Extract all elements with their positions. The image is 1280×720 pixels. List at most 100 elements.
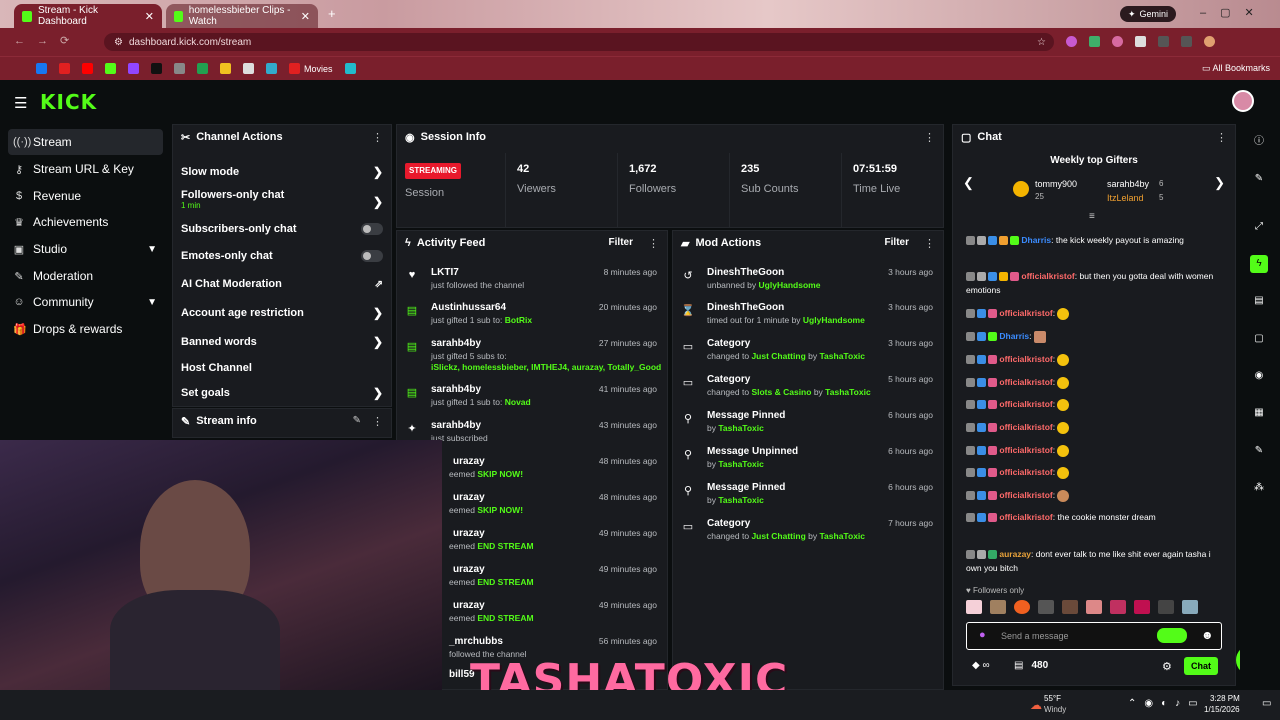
chat-username[interactable]: officialkristof xyxy=(999,354,1052,364)
avatar[interactable] xyxy=(1204,36,1215,47)
more-icon[interactable]: ⋮ xyxy=(648,237,659,250)
gifter-name[interactable]: ItzLeland xyxy=(1107,193,1144,203)
tray-icons[interactable]: ⌃◉◐♪▭ xyxy=(1128,698,1206,709)
mod-title[interactable]: DineshTheGoon xyxy=(707,267,784,278)
more-icon[interactable]: ⋮ xyxy=(1216,131,1227,144)
extension-icon[interactable] xyxy=(1158,36,1169,47)
gifter-name[interactable]: tommy900 xyxy=(1035,179,1077,189)
wrench-icon[interactable]: ✎ xyxy=(1250,442,1268,460)
banned-words-row[interactable]: Banned words ❯ xyxy=(181,331,383,353)
emote-icon[interactable] xyxy=(1182,600,1198,614)
chevron-right-icon[interactable]: ❯ xyxy=(1214,175,1225,191)
close-icon[interactable]: ✕ xyxy=(145,10,154,23)
collapse-icon[interactable]: ≡ xyxy=(1089,211,1095,222)
avatar[interactable] xyxy=(1232,90,1254,112)
chat-username[interactable]: officialkristof xyxy=(999,399,1052,409)
sidebar-item-studio[interactable]: ▣ Studio ▼ xyxy=(8,236,163,262)
close-icon[interactable]: ✕ xyxy=(301,10,310,23)
extension-icon[interactable] xyxy=(1112,36,1123,47)
mic-icon[interactable]: ● xyxy=(979,629,986,641)
activity-user[interactable]: sarahb4by xyxy=(431,420,481,431)
more-icon[interactable]: ⋮ xyxy=(924,131,935,144)
chat-username[interactable]: officialkristof xyxy=(999,422,1052,432)
x-icon[interactable] xyxy=(151,63,162,74)
host-channel-row[interactable]: Host Channel xyxy=(181,357,383,379)
mod-title[interactable]: DineshTheGoon xyxy=(707,302,784,313)
chat-username[interactable]: officialkristof xyxy=(1021,271,1074,281)
twitch-icon[interactable] xyxy=(128,63,139,74)
emote-icon[interactable] xyxy=(1062,600,1078,614)
notification-icon[interactable]: ▭ xyxy=(1262,698,1271,709)
all-bookmarks[interactable]: ▭ All Bookmarks xyxy=(1202,63,1270,74)
chat-username[interactable]: aurazay xyxy=(999,549,1031,559)
info-icon[interactable]: ⓘ xyxy=(1250,133,1268,151)
extension-icon[interactable] xyxy=(1089,36,1100,47)
layers-icon[interactable]: ▦ xyxy=(1250,404,1268,422)
chat-username[interactable]: officialkristof xyxy=(999,308,1052,318)
chat-input[interactable]: ● Send a message ☻ xyxy=(966,622,1222,650)
activity-user[interactable]: urazay xyxy=(453,564,485,575)
url-box[interactable]: ⚙ dashboard.kick.com/stream ☆ xyxy=(104,33,1054,51)
emote-icon[interactable] xyxy=(990,600,1006,614)
emotes-only-toggle[interactable] xyxy=(361,250,383,262)
bookmark-icon[interactable] xyxy=(59,63,70,74)
slow-mode-row[interactable]: Slow mode ❯ xyxy=(181,161,383,183)
settings-icon[interactable]: ⚙ xyxy=(1162,660,1172,673)
subscribers-only-toggle[interactable] xyxy=(361,223,383,235)
network-icon[interactable]: ⁂ xyxy=(1250,479,1268,497)
bookmark-icon[interactable] xyxy=(344,63,356,74)
chevron-left-icon[interactable]: ❮ xyxy=(963,175,974,191)
activity-user[interactable]: _mrchubbs xyxy=(449,636,503,647)
chat-username[interactable]: officialkristof xyxy=(999,377,1052,387)
activity-user[interactable]: LKTI7 xyxy=(431,267,459,278)
tab-clips[interactable]: homelessbieber Clips - Watch ✕ xyxy=(166,4,318,28)
emote-icon[interactable] xyxy=(1158,600,1174,614)
chat-username[interactable]: officialkristof xyxy=(999,490,1052,500)
emote-icon[interactable] xyxy=(1134,600,1150,614)
link-icon[interactable]: ◆ ∞ xyxy=(972,660,990,671)
chat-send-button[interactable]: Chat xyxy=(1184,657,1218,675)
account-age-row[interactable]: Account age restriction ❯ xyxy=(181,302,383,324)
set-goals-row[interactable]: Set goals ❯ xyxy=(181,382,383,404)
gifter-name[interactable]: sarahb4by xyxy=(1107,179,1149,189)
tab-stream-dashboard[interactable]: Stream - Kick Dashboard ✕ xyxy=(14,4,162,28)
activity-user[interactable]: urazay xyxy=(453,456,485,467)
chat-username[interactable]: officialkristof xyxy=(999,445,1052,455)
window-controls[interactable]: –▢✕ xyxy=(1200,6,1268,19)
broadcast-icon[interactable]: ◉ xyxy=(1250,367,1268,385)
edit-icon[interactable]: ✎ xyxy=(353,415,361,426)
chat-username[interactable]: Dharris xyxy=(1021,235,1051,245)
sidebar-item-moderation[interactable]: ✎ Moderation xyxy=(8,263,163,289)
emote-icon[interactable] xyxy=(1014,600,1030,614)
edit-icon[interactable]: ✎ xyxy=(1250,170,1268,188)
bookmark-icon[interactable] xyxy=(243,63,254,74)
new-tab-icon[interactable]: + xyxy=(328,6,336,21)
followers-only-row[interactable]: Followers-only chat 1 min xyxy=(181,189,383,215)
emoji-icon[interactable]: ☻ xyxy=(1201,628,1214,642)
extension-icon[interactable] xyxy=(1135,36,1146,47)
chat-username[interactable]: officialkristof xyxy=(999,467,1052,477)
chat-username[interactable]: Dharris xyxy=(999,331,1029,341)
activity-user[interactable]: Austinhussar64 xyxy=(431,302,506,313)
sidebar-item-revenue[interactable]: $ Revenue xyxy=(8,183,163,209)
sidebar-item-drops[interactable]: 🎁 Drops & rewards xyxy=(8,316,163,342)
kick-logo[interactable]: KICK xyxy=(40,90,97,114)
bookmark-icon[interactable] xyxy=(266,63,277,74)
emote-icon[interactable] xyxy=(1038,600,1054,614)
bookmark-movies[interactable]: Movies xyxy=(289,63,333,74)
facebook-icon[interactable] xyxy=(36,63,47,74)
bookmark-icon[interactable] xyxy=(197,63,208,74)
more-icon[interactable]: ⋮ xyxy=(924,237,935,250)
emote-icon[interactable] xyxy=(1086,600,1102,614)
star-icon[interactable]: ☆ xyxy=(1037,37,1046,48)
activity-user[interactable]: urazay xyxy=(453,492,485,503)
bookmark-icon[interactable] xyxy=(174,63,185,74)
hamburger-icon[interactable]: ☰ xyxy=(14,94,27,112)
emote-icon[interactable] xyxy=(966,600,982,614)
expand-icon[interactable]: ⤢ xyxy=(1250,218,1268,236)
gemini-button[interactable]: ✦ Gemini xyxy=(1120,6,1177,22)
sidebar-item-stream[interactable]: ((·)) Stream xyxy=(8,129,163,155)
activity-user[interactable]: urazay xyxy=(453,528,485,539)
ai-assist-icon[interactable] xyxy=(1157,628,1187,643)
youtube-icon[interactable] xyxy=(82,63,93,74)
